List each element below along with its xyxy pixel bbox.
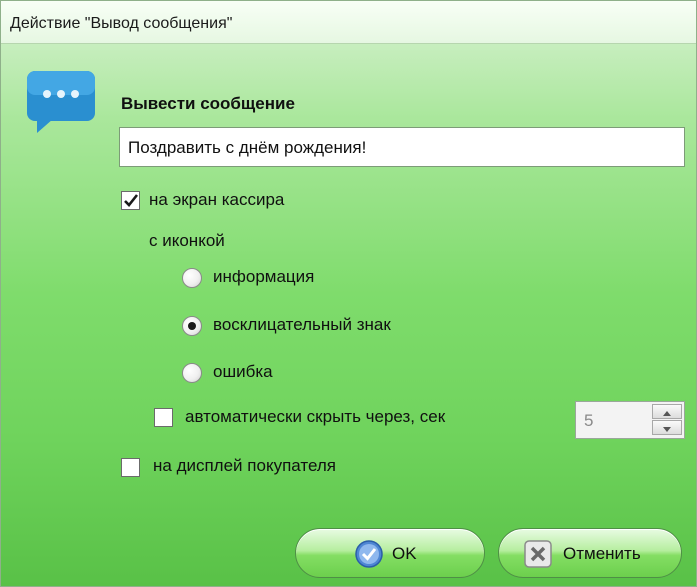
radio-selected-dot — [188, 322, 196, 330]
auto-hide-label[interactable]: автоматически скрыть через, сек — [185, 407, 445, 427]
title-bar[interactable]: Действие "Вывод сообщения" — [1, 1, 696, 44]
customer-display-label[interactable]: на дисплей покупателя — [153, 456, 336, 476]
icon-radio-exclamation[interactable] — [182, 316, 202, 336]
auto-hide-seconds-spinner[interactable]: 5 — [575, 401, 685, 439]
cashier-screen-label[interactable]: на экран кассира — [149, 190, 284, 210]
icon-radio-exclamation-label[interactable]: восклицательный знак — [213, 315, 391, 335]
icon-radio-information-label[interactable]: информация — [213, 267, 314, 287]
icon-radio-information[interactable] — [182, 268, 202, 288]
message-input[interactable]: Поздравить с днём рождения! — [119, 127, 685, 167]
check-circle-icon — [355, 540, 383, 568]
ok-button-label: OK — [392, 544, 417, 563]
cancel-button[interactable]: Отменить — [498, 528, 682, 578]
customer-display-checkbox[interactable] — [121, 458, 140, 477]
window-title: Действие "Вывод сообщения" — [10, 15, 233, 32]
checkmark-icon — [124, 194, 139, 207]
auto-hide-checkbox[interactable] — [154, 408, 173, 427]
speech-bubble-icon — [27, 71, 95, 133]
icon-group-label: с иконкой — [149, 231, 225, 250]
chevron-up-icon — [663, 411, 671, 416]
x-box-icon — [524, 540, 552, 568]
icon-radio-error-label[interactable]: ошибка — [213, 362, 273, 382]
dialog-window: Действие "Вывод сообщения" Вывести сообщ… — [0, 0, 697, 587]
spinner-up-button[interactable] — [652, 404, 682, 419]
ok-button[interactable]: OK — [295, 528, 485, 578]
seconds-value[interactable]: 5 — [584, 411, 593, 431]
section-heading: Вывести сообщение — [121, 94, 295, 113]
spinner-down-button[interactable] — [652, 420, 682, 435]
chevron-down-icon — [663, 427, 671, 432]
icon-radio-error[interactable] — [182, 363, 202, 383]
cashier-screen-checkbox[interactable] — [121, 191, 140, 210]
cancel-button-label: Отменить — [563, 544, 641, 563]
